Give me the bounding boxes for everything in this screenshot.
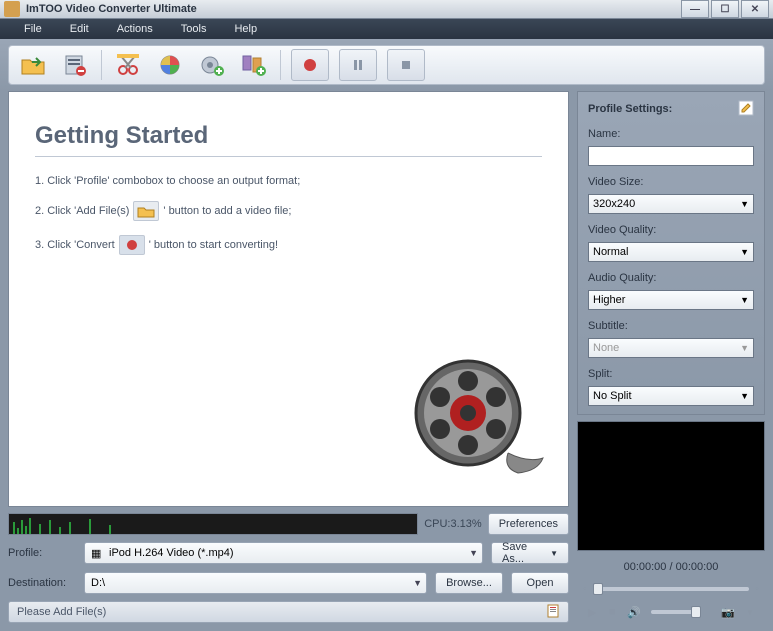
snapshot-button[interactable]: 📷 [721, 605, 735, 619]
split-select[interactable]: No Split▼ [588, 386, 754, 406]
profile-combobox[interactable]: ▦ iPod H.264 Video (*.mp4) ▼ [84, 542, 483, 564]
seek-end-icon: ◦ [755, 583, 759, 595]
step-2: 2. Click 'Add File(s) ' button to add a … [35, 201, 542, 221]
ipod-icon: ▦ [91, 547, 105, 560]
stop-playback-button[interactable]: ■ [607, 605, 617, 619]
save-as-button[interactable]: Save As...▼ [491, 542, 569, 564]
player-controls: ▶ ■ 🔊 📷 ▼ [577, 601, 765, 623]
snapshot-menu-button[interactable]: ▼ [745, 605, 755, 619]
destination-combobox[interactable]: D:\ ▼ [84, 572, 427, 594]
profile-label: Profile: [8, 547, 76, 559]
profile-settings-title: Profile Settings: [588, 103, 672, 115]
name-label: Name: [588, 128, 754, 140]
volume-slider[interactable] [651, 610, 701, 614]
minimize-button[interactable]: — [681, 0, 709, 18]
app-icon [4, 1, 20, 17]
status-text: Please Add File(s) [17, 606, 106, 618]
maximize-button[interactable]: ☐ [711, 0, 739, 18]
video-size-select[interactable]: 320x240▼ [588, 194, 754, 214]
video-size-label: Video Size: [588, 176, 754, 188]
menu-actions[interactable]: Actions [103, 19, 167, 39]
cpu-graph [8, 513, 418, 535]
settings-button[interactable] [196, 49, 228, 81]
browse-button[interactable]: Browse... [435, 572, 503, 594]
preferences-button[interactable]: Preferences [488, 513, 569, 535]
seek-start-icon: ◦ [583, 583, 587, 595]
menu-tools[interactable]: Tools [167, 19, 221, 39]
convert-button[interactable] [291, 49, 329, 81]
merge-button[interactable] [238, 49, 270, 81]
folder-icon [133, 201, 159, 221]
split-label: Split: [588, 368, 754, 380]
volume-icon[interactable]: 🔊 [627, 605, 641, 619]
time-display: 00:00:00 / 00:00:00 [577, 557, 765, 577]
main-content: Getting Started 1. Click 'Profile' combo… [8, 91, 569, 507]
profile-settings-panel: Profile Settings: Name: Video Size: 320x… [577, 91, 765, 415]
menu-help[interactable]: Help [220, 19, 271, 39]
menubar: File Edit Actions Tools Help [0, 19, 773, 39]
menu-edit[interactable]: Edit [56, 19, 103, 39]
effect-button[interactable] [154, 49, 186, 81]
step-1: 1. Click 'Profile' combobox to choose an… [35, 175, 542, 187]
filmreel-image [408, 353, 548, 486]
titlebar: ImTOO Video Converter Ultimate — ☐ ✕ [0, 0, 773, 19]
add-file-button[interactable] [17, 49, 49, 81]
menu-file[interactable]: File [10, 19, 56, 39]
open-button[interactable]: Open [511, 572, 569, 594]
video-preview [577, 421, 765, 551]
destination-label: Destination: [8, 577, 76, 589]
play-button[interactable]: ▶ [587, 605, 597, 619]
seek-slider[interactable] [593, 587, 749, 591]
toolbar [8, 45, 765, 85]
status-bar: Please Add File(s) [8, 601, 569, 623]
subtitle-select[interactable]: None▼ [588, 338, 754, 358]
cpu-label: CPU:3.13% [424, 518, 481, 530]
app-title: ImTOO Video Converter Ultimate [26, 3, 679, 15]
remove-file-button[interactable] [59, 49, 91, 81]
chevron-down-icon: ▼ [469, 548, 478, 558]
stop-button[interactable] [387, 49, 425, 81]
step-3: 3. Click 'Convert ' button to start conv… [35, 235, 542, 255]
audio-quality-select[interactable]: Higher▼ [588, 290, 754, 310]
edit-profile-icon[interactable] [738, 100, 754, 119]
pause-button[interactable] [339, 49, 377, 81]
video-quality-label: Video Quality: [588, 224, 754, 236]
subtitle-label: Subtitle: [588, 320, 754, 332]
video-quality-select[interactable]: Normal▼ [588, 242, 754, 262]
clip-button[interactable] [112, 49, 144, 81]
log-icon[interactable] [546, 604, 560, 621]
name-field[interactable] [588, 146, 754, 166]
audio-quality-label: Audio Quality: [588, 272, 754, 284]
record-icon [119, 235, 145, 255]
heading: Getting Started [35, 122, 542, 150]
close-button[interactable]: ✕ [741, 0, 769, 18]
